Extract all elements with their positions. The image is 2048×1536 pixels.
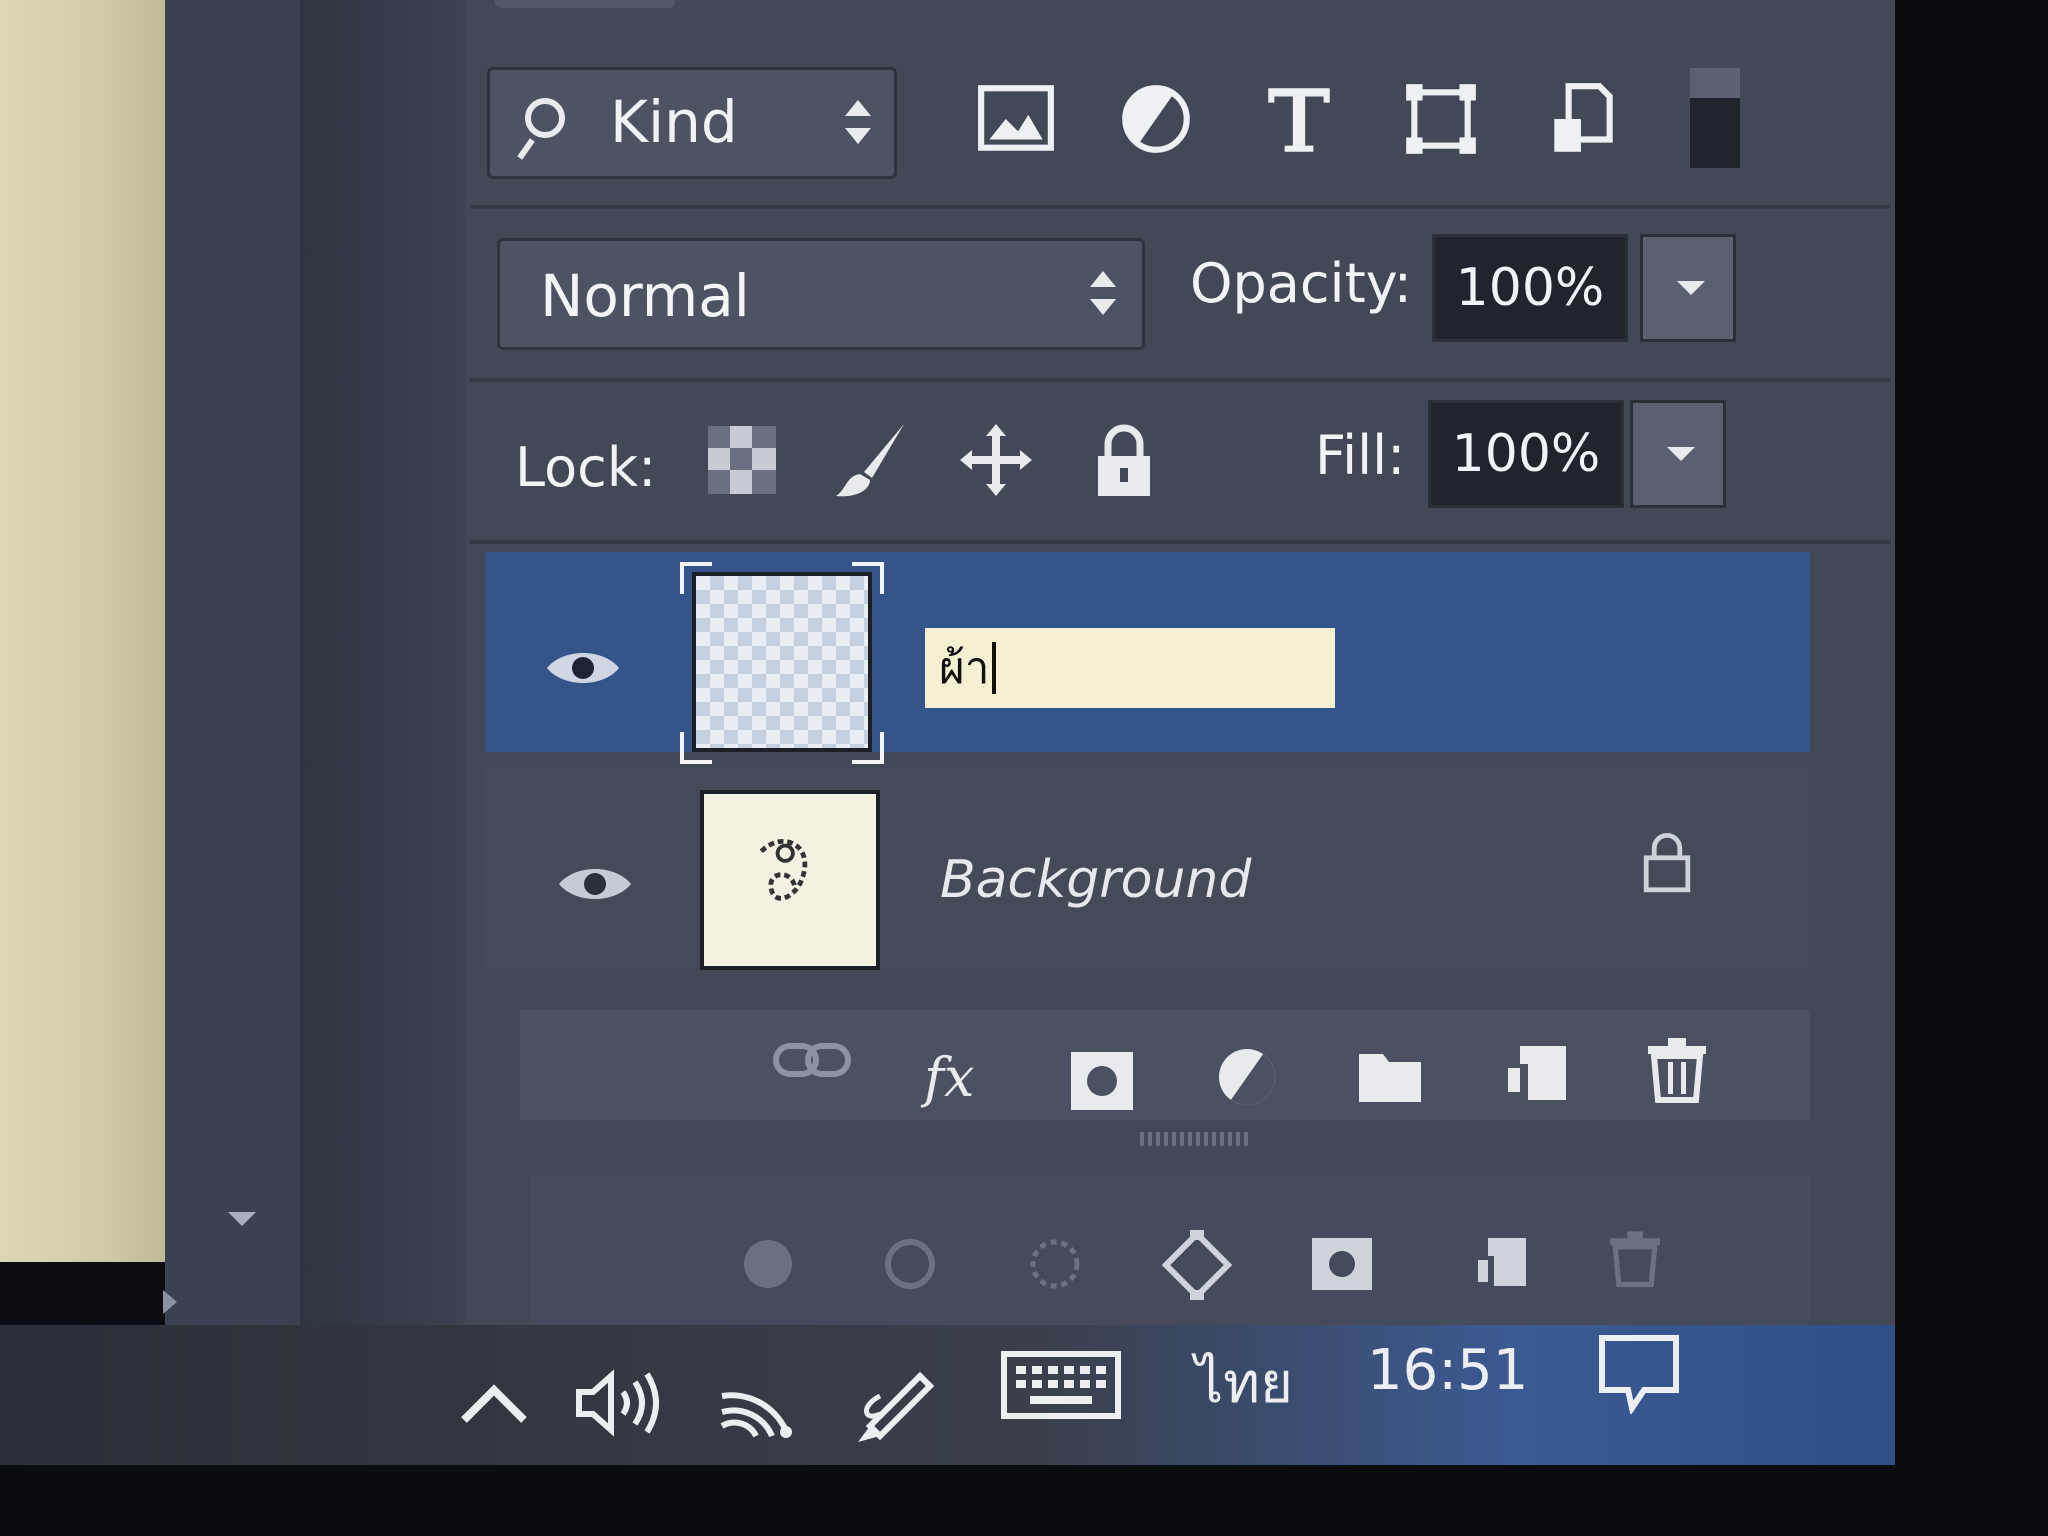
svg-text:fx: fx (920, 1046, 974, 1109)
layer-locked-icon (1635, 826, 1699, 896)
thumbnail-selection-corner (852, 732, 884, 764)
stroke-path-icon[interactable] (880, 1234, 940, 1294)
fx-layer-style-icon[interactable]: fx (920, 1040, 990, 1110)
taskbar-clock[interactable]: 16:51 (1367, 1338, 1528, 1403)
selection-to-path-icon[interactable] (1160, 1228, 1234, 1302)
thumbnail-selection-corner (680, 562, 712, 594)
lock-all-icon[interactable] (1084, 420, 1164, 500)
link-layers-icon[interactable] (772, 1040, 852, 1080)
lock-label: Lock: (515, 436, 657, 499)
image-filter-icon[interactable] (975, 78, 1057, 160)
lock-position-icon[interactable] (956, 420, 1036, 500)
fill-path-icon[interactable] (738, 1234, 798, 1294)
divider (470, 378, 1890, 382)
layer-name-background[interactable]: Background (940, 850, 1251, 910)
shape-filter-icon[interactable] (1400, 78, 1482, 160)
touch-keyboard-icon[interactable] (1000, 1350, 1122, 1420)
type-filter-icon[interactable] (1258, 78, 1340, 160)
lock-image-pixels-icon[interactable] (830, 420, 910, 500)
scroll-right-arrow-icon[interactable] (163, 1290, 177, 1314)
new-group-folder-icon[interactable] (1355, 1040, 1425, 1110)
chevron-down-icon (1090, 299, 1116, 315)
chevron-up-icon (845, 100, 871, 116)
blend-mode-label: Normal (540, 262, 750, 330)
wifi-network-icon[interactable] (718, 1366, 792, 1440)
filter-kind-select[interactable]: Kind (487, 67, 897, 179)
search-icon (525, 98, 565, 138)
artwork-thumbnail-icon (759, 839, 808, 901)
new-layer-icon[interactable] (1500, 1040, 1570, 1110)
fill-input[interactable]: 100% (1428, 400, 1624, 508)
fill-label: Fill: (1315, 424, 1406, 487)
input-language-indicator[interactable]: ไทย (1195, 1338, 1293, 1427)
adjustment-layer-icon[interactable] (1212, 1042, 1282, 1112)
panel-tab-title[interactable] (495, 0, 675, 8)
opacity-dropdown-button[interactable] (1640, 234, 1736, 342)
eye-icon[interactable] (557, 862, 633, 906)
eye-icon[interactable] (545, 646, 621, 690)
new-path-icon[interactable] (1470, 1234, 1530, 1294)
opacity-label: Opacity: (1190, 252, 1412, 315)
delete-path-trash-icon[interactable] (1605, 1226, 1665, 1290)
adjustment-filter-icon[interactable] (1115, 78, 1197, 160)
volume-speaker-icon[interactable] (575, 1368, 665, 1438)
panel-resize-grip[interactable] (1140, 1132, 1250, 1146)
lock-transparent-pixels-icon[interactable] (702, 420, 782, 500)
divider (470, 205, 1890, 209)
layers-panel-toolbar (520, 1010, 1810, 1120)
blend-mode-select[interactable]: Normal (497, 238, 1145, 350)
screen-bezel-bottom (0, 1465, 1895, 1536)
screen-bezel (1895, 0, 2048, 1536)
delete-layer-trash-icon[interactable] (1642, 1034, 1712, 1104)
layer-name-text: ผ้า (939, 643, 990, 694)
fill-dropdown-button[interactable] (1630, 400, 1726, 508)
add-vector-mask-icon[interactable] (1310, 1236, 1374, 1292)
layer-thumbnail[interactable] (692, 572, 872, 752)
background-thumbnail[interactable] (700, 790, 880, 970)
show-hidden-icons-chevron-up-icon[interactable] (458, 1380, 530, 1424)
chevron-up-icon (1090, 271, 1116, 287)
panel-dock-separator (300, 0, 465, 1340)
pen-input-icon[interactable] (850, 1356, 940, 1446)
text-caret (991, 642, 996, 694)
thumbnail-selection-corner (680, 732, 712, 764)
smart-object-filter-icon[interactable] (1542, 78, 1624, 160)
filter-toggle-switch[interactable] (1690, 68, 1740, 168)
thumbnail-selection-corner (852, 562, 884, 594)
action-center-notification-icon[interactable] (1598, 1332, 1680, 1416)
filter-kind-label: Kind (610, 88, 738, 156)
document-canvas[interactable] (0, 0, 165, 1262)
chevron-down-icon (845, 128, 871, 144)
canvas-scroll-gutter (165, 0, 300, 1340)
path-to-selection-icon[interactable] (1025, 1234, 1085, 1294)
scroll-down-arrow-icon[interactable] (228, 1212, 256, 1226)
divider (470, 540, 1890, 544)
add-mask-icon[interactable] (1067, 1046, 1137, 1116)
layer-name-input[interactable]: ผ้า (925, 628, 1335, 708)
opacity-input[interactable]: 100% (1432, 234, 1628, 342)
